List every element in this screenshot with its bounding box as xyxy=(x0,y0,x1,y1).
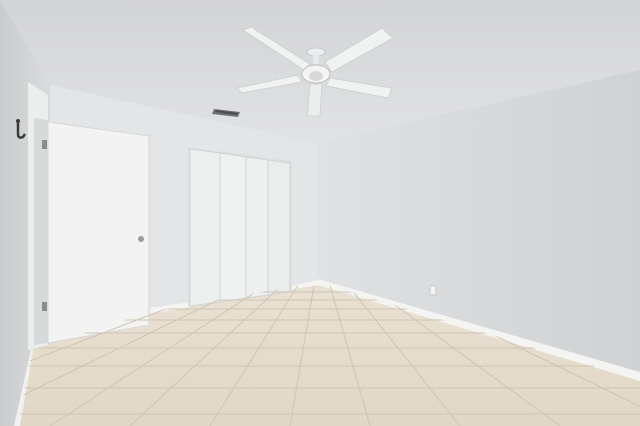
room-photo xyxy=(0,0,640,426)
door-hinge-top xyxy=(42,140,47,149)
outlet-icon xyxy=(429,285,437,296)
door-knob[interactable] xyxy=(138,236,144,242)
room-scene xyxy=(0,0,640,426)
bedroom-door[interactable] xyxy=(47,121,150,344)
fan-blade-5 xyxy=(306,83,323,117)
door-hinge-bottom xyxy=(42,302,47,311)
closet-bifold-doors[interactable] xyxy=(188,147,292,307)
